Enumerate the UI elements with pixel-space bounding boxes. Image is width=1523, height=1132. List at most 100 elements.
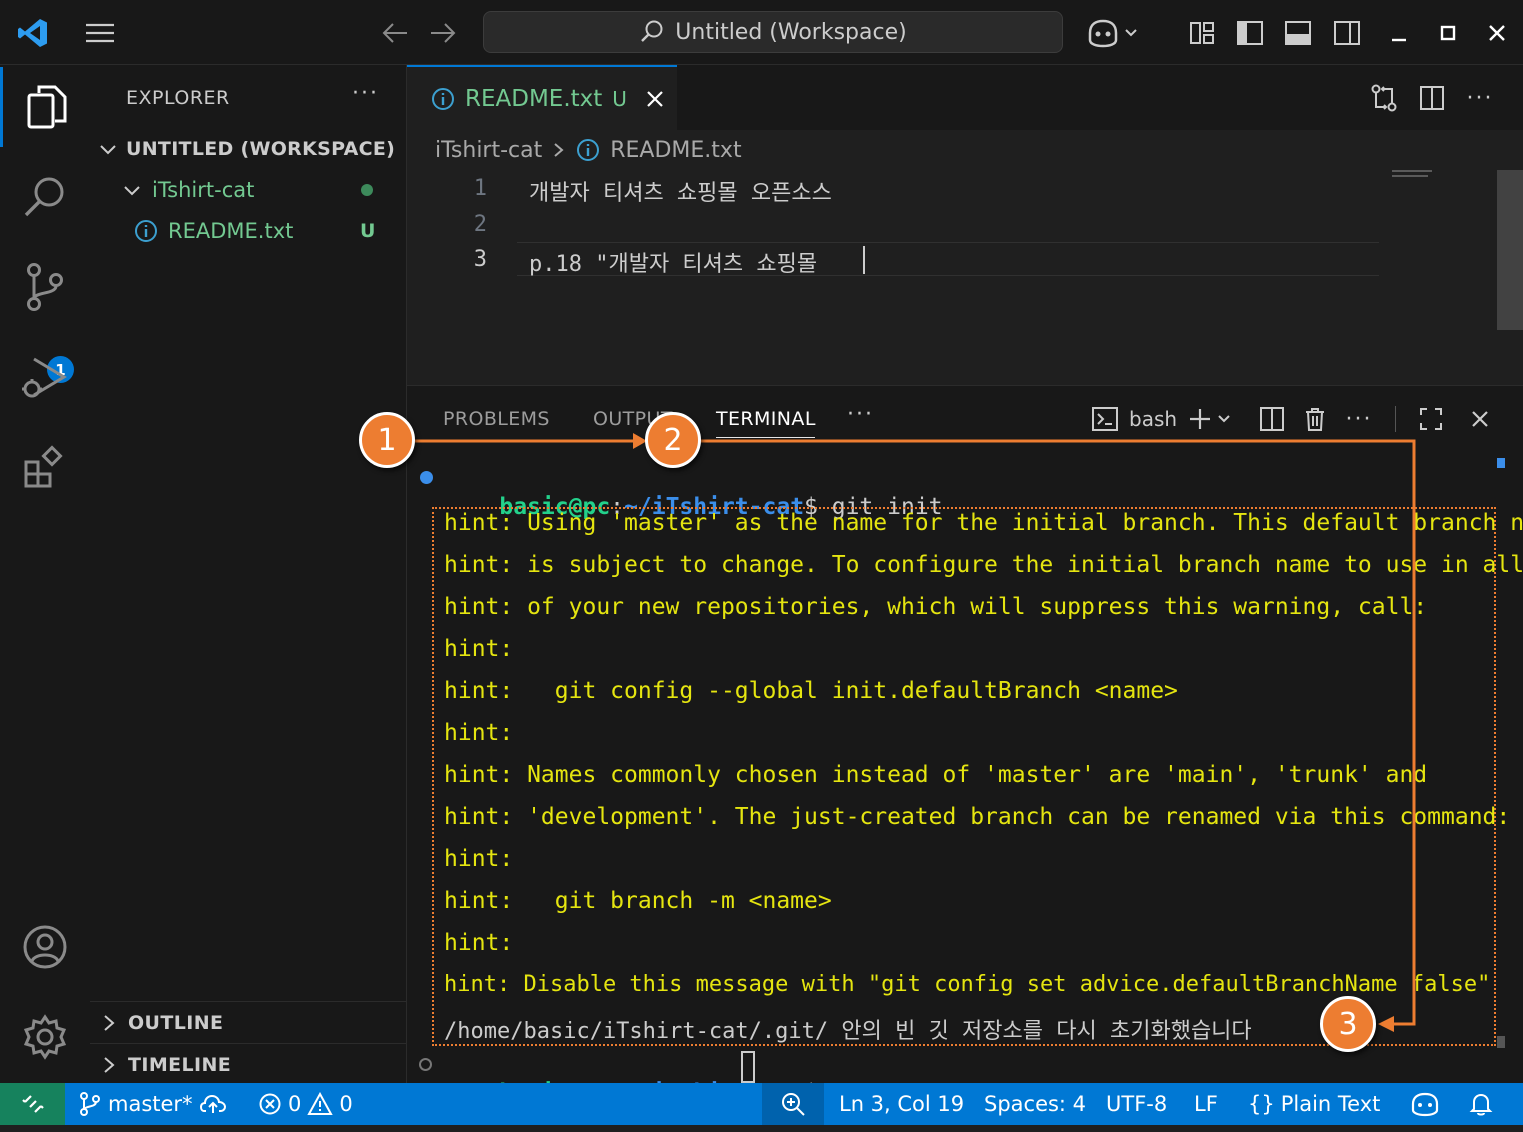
tab-label: README.txt <box>465 85 603 112</box>
close-window-icon[interactable] <box>1482 18 1512 48</box>
line-number: 1 <box>473 176 487 201</box>
hint-line: hint: <box>444 846 514 872</box>
new-terminal-icon[interactable] <box>1185 404 1235 434</box>
divider <box>1395 406 1396 432</box>
terminal-icon <box>1091 406 1119 432</box>
remote-indicator[interactable] <box>0 1083 65 1125</box>
timeline-label: TIMELINE <box>128 1053 232 1076</box>
outline-label: OUTLINE <box>128 1011 224 1034</box>
shell-name: bash <box>1129 407 1178 431</box>
back-arrow-icon[interactable] <box>378 18 412 48</box>
untracked-status: U <box>360 220 376 242</box>
menu-icon[interactable] <box>82 18 118 48</box>
panel-more-icon[interactable]: ··· <box>847 402 874 427</box>
warning-count: 0 <box>339 1092 353 1116</box>
terminal-cursor <box>741 1051 755 1083</box>
info-icon <box>576 138 600 162</box>
customize-layout-icon[interactable] <box>1186 18 1218 48</box>
tab-status: U <box>612 86 627 111</box>
minimize-icon[interactable] <box>1384 18 1414 48</box>
end-of-line[interactable]: LF <box>1194 1083 1218 1125</box>
language-mode[interactable]: {} Plain Text <box>1248 1083 1380 1125</box>
extensions-icon[interactable] <box>0 427 90 507</box>
more-actions-icon[interactable]: ··· <box>1463 82 1497 114</box>
hint-line: hint: Names commonly chosen instead of '… <box>444 762 1428 788</box>
callout-step-2: 2 <box>645 412 701 468</box>
toggle-primary-sidebar-icon[interactable] <box>1234 18 1266 48</box>
remote-icon <box>21 1095 44 1113</box>
run-debug-icon[interactable] <box>0 337 90 417</box>
editor-scrollbar[interactable] <box>1497 170 1523 330</box>
sidebar-title: EXPLORER <box>126 87 230 109</box>
minimap[interactable] <box>1392 170 1436 184</box>
forward-arrow-icon[interactable] <box>426 18 460 48</box>
search-icon[interactable] <box>0 157 90 237</box>
cloud-upload-icon <box>199 1094 226 1113</box>
terminal-scrollbar-marker <box>1497 458 1505 468</box>
close-tab-icon[interactable] <box>645 89 665 109</box>
split-editor-icon[interactable] <box>1415 82 1449 114</box>
breadcrumb-file[interactable]: README.txt <box>610 138 741 163</box>
modified-dot-icon <box>361 184 373 196</box>
breadcrumb: iTshirt-cat README.txt <box>435 135 742 165</box>
close-panel-icon[interactable] <box>1465 404 1495 434</box>
timeline-section-header[interactable]: TIMELINE <box>90 1043 406 1085</box>
source-control-icon[interactable] <box>0 247 90 327</box>
hint-line: hint: git config --global init.defaultBr… <box>444 678 1178 704</box>
tab-readme[interactable]: README.txt U <box>407 65 677 130</box>
line-number: 3 <box>473 247 487 272</box>
command-center-search[interactable]: Untitled (Workspace) <box>483 11 1063 53</box>
copilot-icon[interactable] <box>1084 14 1144 52</box>
error-icon <box>259 1093 281 1115</box>
settings-gear-icon[interactable] <box>0 997 90 1077</box>
workspace-section-header[interactable]: UNTITLED (WORKSPACE) <box>90 129 406 169</box>
indentation[interactable]: Spaces: 4 <box>984 1083 1086 1125</box>
chevron-right-icon <box>552 141 566 159</box>
chevron-right-icon <box>100 1055 118 1075</box>
command-center-label: Untitled (Workspace) <box>675 19 907 45</box>
toggle-panel-icon[interactable] <box>1282 18 1314 48</box>
open-changes-icon[interactable] <box>1367 82 1401 114</box>
explorer-icon[interactable] <box>0 67 90 147</box>
notifications-bell-icon[interactable] <box>1468 1083 1494 1125</box>
hint-line: hint: git branch -m <name> <box>444 888 832 914</box>
tab-problems[interactable]: PROBLEMS <box>443 408 550 430</box>
terminal-scrollbar[interactable] <box>1497 1036 1505 1048</box>
branch-icon <box>80 1092 100 1116</box>
title-bar: Untitled (Workspace) <box>0 0 1523 65</box>
code-line-1[interactable]: 개발자 티셔츠 쇼핑몰 오픈소스 <box>529 175 832 207</box>
text-cursor <box>863 246 865 274</box>
terminal-shell-selector[interactable]: bash <box>1091 404 1177 434</box>
trash-icon[interactable] <box>1300 404 1330 434</box>
file-item-readme[interactable]: README.txt U <box>90 211 406 251</box>
file-encoding[interactable]: UTF-8 <box>1106 1083 1167 1125</box>
file-name: README.txt <box>168 219 294 243</box>
hint-line: hint: of your new repositories, which wi… <box>444 594 1428 620</box>
search-icon <box>639 19 665 45</box>
hint-line: hint: is subject to change. To configure… <box>444 552 1523 578</box>
tab-terminal[interactable]: TERMINAL <box>716 408 816 430</box>
warning-icon <box>307 1092 334 1115</box>
split-terminal-icon[interactable] <box>1257 404 1287 434</box>
error-count: 0 <box>288 1092 302 1116</box>
outline-section-header[interactable]: OUTLINE <box>90 1001 406 1043</box>
zoom-indicator[interactable] <box>762 1083 824 1125</box>
terminal-more-icon[interactable]: ··· <box>1344 404 1374 434</box>
toggle-secondary-sidebar-icon[interactable] <box>1331 18 1363 48</box>
folder-item-itshirt-cat[interactable]: iTshirt-cat <box>90 170 406 210</box>
hint-line: hint: 'development'. The just-created br… <box>444 804 1511 830</box>
cursor-position[interactable]: Ln 3, Col 19 <box>839 1083 964 1125</box>
maximize-panel-icon[interactable] <box>1416 404 1446 434</box>
breadcrumb-folder[interactable]: iTshirt-cat <box>435 138 542 163</box>
hint-line: hint: <box>444 930 514 956</box>
code-line-3[interactable]: p.18 "개발자 티셔츠 쇼핑몰 <box>529 246 830 278</box>
chevron-down-icon <box>122 180 142 200</box>
vscode-logo-icon <box>14 14 52 52</box>
sidebar-more-actions-button[interactable]: ··· <box>352 81 379 106</box>
maximize-icon[interactable] <box>1433 18 1463 48</box>
editor-tab-bar: README.txt U ··· <box>407 65 1523 130</box>
copilot-status-icon[interactable] <box>1410 1083 1440 1125</box>
branch-indicator[interactable]: master* <box>78 1083 227 1125</box>
accounts-icon[interactable] <box>0 907 90 987</box>
problems-indicator[interactable]: 0 0 <box>258 1083 353 1125</box>
